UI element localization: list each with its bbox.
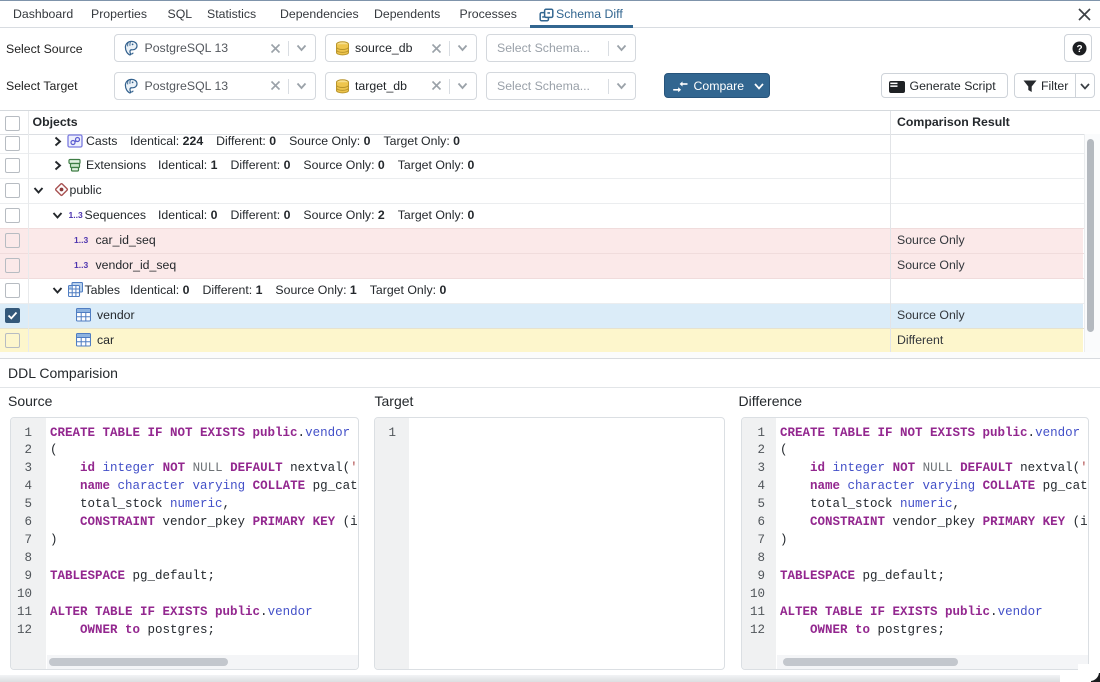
svg-text:?: ? xyxy=(1076,44,1082,55)
